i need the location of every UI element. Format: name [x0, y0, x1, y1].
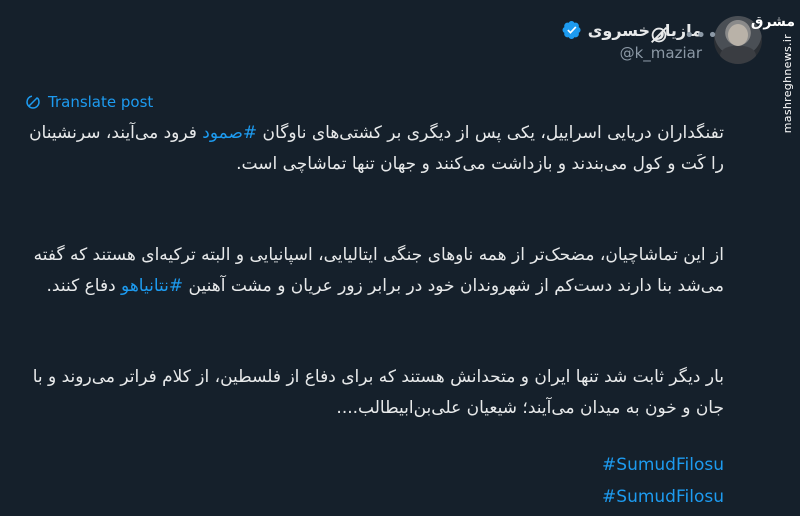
post-actions: ••• [648, 24, 719, 46]
watermark-logo: مشرق [750, 14, 795, 30]
hashtag-link[interactable]: #SumudFilosu [24, 481, 724, 513]
hashtag-list: #SumudFilosu #SumudFilosu [24, 449, 724, 513]
more-options-icon[interactable]: ••• [684, 25, 719, 46]
translate-label[interactable]: Translate post [48, 93, 153, 111]
post-header: مازیار خسروی @k_maziar ••• [24, 14, 762, 74]
avatar-body [720, 46, 756, 64]
post-paragraph-2: از این تماشاچیان، مضحک‌تر از همه ناوهای … [24, 240, 724, 302]
post-paragraph-3: بار دیگر ثابت شد تنها ایران و متحدانش هس… [32, 367, 724, 418]
hashtag-link[interactable]: #SumudFilosu [24, 449, 724, 481]
hashtag-link[interactable]: #صمود [202, 123, 257, 143]
post-paragraph-1: تفنگداران دریایی اسراییل، یکی پس از دیگر… [24, 118, 724, 180]
user-handle[interactable]: @k_maziar [562, 44, 702, 62]
hashtag-link[interactable]: #نتانیاهو [121, 276, 183, 296]
avatar-face [728, 24, 748, 46]
p1-text-before: تفنگداران دریایی اسراییل، یکی پس از دیگر… [257, 123, 724, 143]
translate-post-link[interactable]: Translate post [24, 93, 153, 111]
p2-text-after: دفاع کنند. [46, 276, 122, 296]
verified-badge-icon[interactable] [562, 20, 582, 40]
watermark: مشرق mashreghnews.ir [751, 0, 800, 134]
grok-icon[interactable] [648, 24, 670, 46]
translate-icon [26, 95, 40, 109]
watermark-site: mashreghnews.ir [781, 34, 794, 134]
